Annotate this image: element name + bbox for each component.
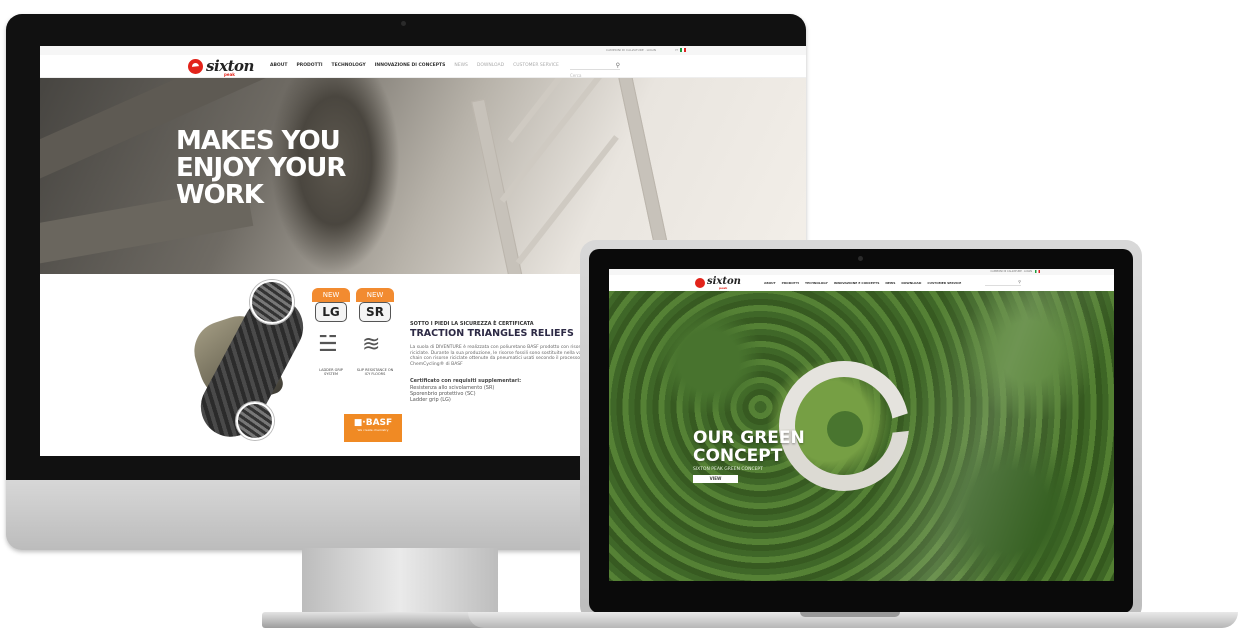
nav-item-customer-service[interactable]: CUSTOMER SERVICE <box>927 281 961 285</box>
nav-item-download[interactable]: DOWNLOAD <box>477 63 504 68</box>
main-navigation: sixton peak ABOUT PRODOTTI TECHNOLOGY IN… <box>609 275 1114 296</box>
badge-code: SR <box>359 302 391 322</box>
monitor-camera <box>401 21 406 26</box>
hero-title-line: MAKES YOU <box>176 126 341 156</box>
language-selector[interactable]: IT <box>675 48 678 52</box>
search-icon[interactable]: ⚲ <box>1018 279 1021 284</box>
recycle-center <box>827 411 863 447</box>
recycle-symbol <box>769 361 919 501</box>
laptop-lid: CAMPIONI DI CALZATURE · LOGIN sixton pea… <box>580 240 1142 622</box>
sixton-logo[interactable]: sixton peak <box>188 57 268 77</box>
nav-item-technology[interactable]: TECHNOLOGY <box>332 63 366 68</box>
nav-item-innovazione[interactable]: INNOVAZIONE DI CONCEPTS <box>375 63 446 68</box>
certification-item: Ladder grip (LG) <box>410 397 451 403</box>
hero-subtitle: SIXTON PEAK GREEN CONCEPT <box>693 467 763 472</box>
nav-item-news[interactable]: NEWS <box>454 63 468 68</box>
sole-detail-zoom <box>236 402 274 440</box>
main-navigation: sixton peak ABOUT PRODOTTI TECHNOLOGY IN… <box>40 55 806 78</box>
hero-title-line: OUR GREEN <box>693 428 805 448</box>
certification-list: Resistenza allo scivolamento (SR) Sporen… <box>410 385 494 403</box>
badge-caption: SLIP RESISTANCE ON ICY FLOORS <box>356 368 394 376</box>
nav-item-about[interactable]: ABOUT <box>764 281 776 285</box>
hero-title: MAKES YOU ENJOY YOUR WORK <box>176 126 346 210</box>
nav-item-customer-service[interactable]: CUSTOMER SERVICE <box>513 63 559 68</box>
nav-item-download[interactable]: DOWNLOAD <box>901 281 921 285</box>
hero-title-line: WORK <box>176 180 264 210</box>
recycle-arc <box>769 351 920 502</box>
nav-item-prodotti[interactable]: PRODOTTI <box>296 63 322 68</box>
hero-title: OUR GREEN CONCEPT <box>693 429 805 465</box>
product-kicker: SOTTO I PIEDI LA SICUREZZA È CERTIFICATA <box>410 321 534 327</box>
sixton-logo-mark-icon <box>188 59 203 74</box>
hero-title-line: ENJOY YOUR <box>176 153 346 183</box>
sr-badge: NEW SR <box>356 288 394 328</box>
certification-title: Certificato con requisiti supplementari: <box>410 378 522 384</box>
logo-tagline: peak <box>224 72 235 77</box>
recycle-arc <box>779 361 909 439</box>
new-label: NEW <box>312 288 350 302</box>
basf-wordmark: ■·BASF <box>353 418 393 428</box>
ladder-rung <box>499 78 603 203</box>
utility-links[interactable]: CAMPIONI DI CALZATURE · LOGIN <box>990 270 1032 273</box>
nav-item-technology[interactable]: TECHNOLOGY <box>805 281 828 285</box>
logo-tagline: peak <box>719 286 728 290</box>
search-input[interactable]: Cerca ⚲ <box>985 279 1021 296</box>
nav-menu: ABOUT PRODOTTI TECHNOLOGY INNOVAZIONE DI… <box>270 63 559 68</box>
nav-menu: ABOUT PRODOTTI TECHNOLOGY INNOVAZIONE E … <box>764 281 961 285</box>
laptop-website: CAMPIONI DI CALZATURE · LOGIN sixton pea… <box>609 269 1114 581</box>
nav-item-prodotti[interactable]: PRODOTTI <box>782 281 799 285</box>
italian-flag-icon[interactable] <box>680 48 686 52</box>
new-label: NEW <box>356 288 394 302</box>
basf-tagline: We create chemistry <box>357 428 389 432</box>
sixton-logo[interactable]: sixton peak <box>695 276 755 290</box>
view-button[interactable]: VIEW <box>693 475 738 483</box>
badge-code: LG <box>315 302 347 322</box>
product-description: La suola di DIVENTURE è realizzata con p… <box>410 345 589 367</box>
ladder-icon: ☱ <box>318 332 338 357</box>
lg-badge: NEW LG <box>312 288 350 328</box>
hero-title-line: CONCEPT <box>693 446 783 466</box>
search-icon[interactable]: ⚲ <box>616 62 620 69</box>
basf-logo[interactable]: ■·BASF We create chemistry <box>344 414 402 442</box>
nav-item-innovazione[interactable]: INNOVAZIONE E CONCEPTS <box>834 281 880 285</box>
laptop-base-notch <box>800 612 900 617</box>
forest-hero: OUR GREEN CONCEPT SIXTON PEAK GREEN CONC… <box>609 291 1114 581</box>
nav-item-news[interactable]: NEWS <box>885 281 895 285</box>
italian-flag-icon[interactable] <box>1035 270 1040 273</box>
sole-detail-zoom <box>250 280 294 324</box>
slip-icon: ≋ <box>362 332 381 357</box>
top-utility-bar: CAMPIONI DI CALZATURE · LOGIN IT <box>40 46 806 55</box>
monitor-stand <box>302 548 498 616</box>
product-title: TRACTION TRIANGLES RELIEFS <box>410 328 574 339</box>
sixton-logo-mark-icon <box>695 278 705 288</box>
nav-item-about[interactable]: ABOUT <box>270 63 287 68</box>
utility-links[interactable]: CAMPIONI DI CALZATURE · LOGIN <box>606 48 656 52</box>
laptop-camera <box>858 256 863 261</box>
search-input[interactable]: Cerca ⚲ <box>570 62 620 78</box>
badge-caption: LADDER GRIP SYSTEM <box>319 368 343 376</box>
